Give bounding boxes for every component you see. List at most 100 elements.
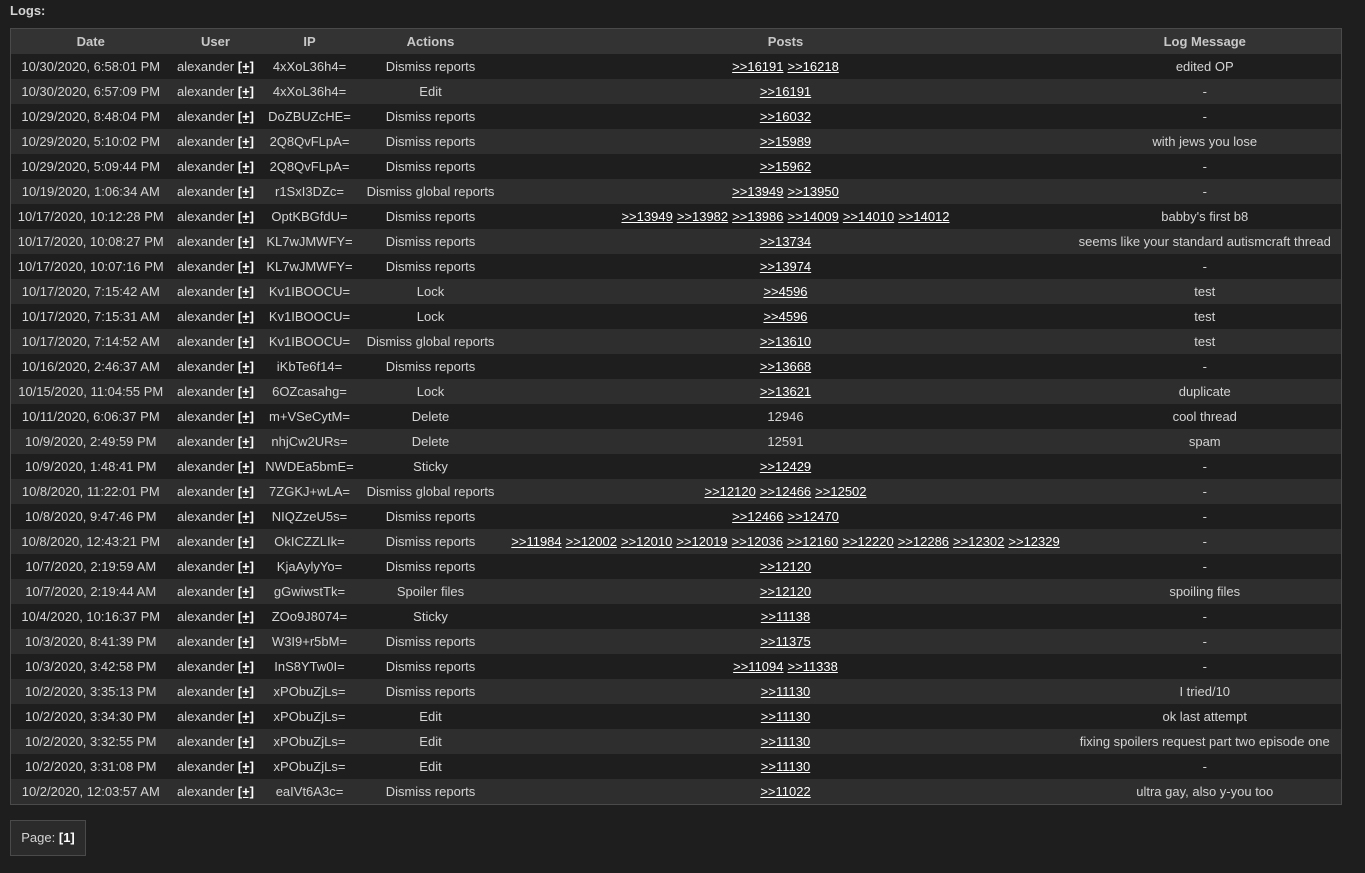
user-ban-link[interactable]: [+] [238,134,254,149]
pager-current-page[interactable]: [1] [59,830,75,845]
post-link[interactable]: >>4596 [763,309,807,324]
post-link[interactable]: >>13974 [760,259,811,274]
user-ban-link[interactable]: [+] [238,109,254,124]
post-link[interactable]: >>12466 [732,509,783,524]
post-link[interactable]: >>13949 [621,209,672,224]
user-ban-link[interactable]: [+] [238,609,254,624]
user-ban-link[interactable]: [+] [238,259,254,274]
user-ban-link[interactable]: [+] [238,234,254,249]
log-message: test [1068,304,1342,329]
post-link[interactable]: >>12470 [788,509,839,524]
user-ban-link[interactable]: [+] [238,659,254,674]
user-ban-link[interactable]: [+] [238,59,254,74]
post-link[interactable]: >>13949 [732,184,783,199]
post-link[interactable]: >>12120 [704,484,755,499]
post-link[interactable]: >>11984 [511,534,561,549]
post-link[interactable]: >>13950 [788,184,839,199]
user-ban-link[interactable]: [+] [238,84,254,99]
post-link[interactable]: >>11338 [788,659,838,674]
post-link[interactable]: >>12019 [676,534,727,549]
post-link[interactable]: >>12036 [732,534,783,549]
post-link[interactable]: >>11094 [733,659,783,674]
post-link[interactable]: >>11130 [761,709,810,724]
log-user-name: alexander [177,359,235,374]
post-link[interactable]: >>16191 [760,84,811,99]
user-ban-link[interactable]: [+] [238,359,254,374]
user-ban-link[interactable]: [+] [238,634,254,649]
post-link[interactable]: >>11022 [760,784,810,799]
user-ban-link[interactable]: [+] [238,159,254,174]
user-ban-link[interactable]: [+] [238,684,254,699]
post-link[interactable]: >>11138 [761,609,810,624]
log-message: - [1068,154,1342,179]
post-link[interactable]: >>15962 [760,159,811,174]
user-ban-link[interactable]: [+] [238,459,254,474]
user-ban-link[interactable]: [+] [238,434,254,449]
post-link[interactable]: >>13610 [760,334,811,349]
post-link[interactable]: >>12466 [760,484,811,499]
post-link[interactable]: >>11375 [760,634,810,649]
log-action: Sticky [358,454,503,479]
log-date: 10/29/2020, 5:09:44 PM [10,154,171,179]
post-link[interactable]: >>13982 [677,209,728,224]
post-link[interactable]: >>12002 [566,534,617,549]
user-ban-link[interactable]: [+] [238,384,254,399]
user-ban-link[interactable]: [+] [238,709,254,724]
log-user-name: alexander [177,309,235,324]
post-link[interactable]: >>13668 [760,359,811,374]
user-ban-link[interactable]: [+] [238,284,254,299]
log-message: seems like your standard autismcraft thr… [1068,229,1342,254]
user-ban-link[interactable]: [+] [238,334,254,349]
post-link[interactable]: >>16218 [788,59,839,74]
log-user: alexander [+] [170,204,261,229]
post-link[interactable]: >>12502 [815,484,866,499]
post-link[interactable]: >>12120 [760,584,811,599]
log-user: alexander [+] [170,529,261,554]
log-user-name: alexander [177,159,235,174]
log-user: alexander [+] [170,179,261,204]
post-link[interactable]: >>14009 [788,209,839,224]
user-ban-link[interactable]: [+] [238,184,254,199]
post-link[interactable]: >>12160 [787,534,838,549]
user-ban-link[interactable]: [+] [238,484,254,499]
log-message: - [1068,554,1342,579]
post-link[interactable]: >>12220 [842,534,893,549]
post-link[interactable]: >>14010 [843,209,894,224]
post-link[interactable]: >>13986 [732,209,783,224]
log-date: 10/7/2020, 2:19:44 AM [10,579,171,604]
column-header-ip: IP [260,28,359,54]
log-action: Edit [358,704,503,729]
post-link[interactable]: >>12329 [1008,534,1059,549]
post-link[interactable]: >>12120 [760,559,811,574]
user-ban-link[interactable]: [+] [238,734,254,749]
post-link[interactable]: >>11130 [761,734,810,749]
post-link[interactable]: >>12429 [760,459,811,474]
user-ban-link[interactable]: [+] [238,409,254,424]
table-row: 10/2/2020, 3:35:13 PM alexander [+] xPObuZ… [10,679,1342,704]
log-user-name: alexander [177,559,235,574]
post-link[interactable]: >>16191 [732,59,783,74]
post-link[interactable]: >>12286 [898,534,949,549]
post-link[interactable]: >>12010 [621,534,672,549]
post-link[interactable]: >>12302 [953,534,1004,549]
user-ban-link[interactable]: [+] [238,509,254,524]
log-message: - [1068,529,1342,554]
post-link[interactable]: >>13734 [760,234,811,249]
user-ban-link[interactable]: [+] [238,309,254,324]
user-ban-link[interactable]: [+] [238,759,254,774]
post-link[interactable]: >>15989 [760,134,811,149]
user-ban-link[interactable]: [+] [238,559,254,574]
log-message: I tried/10 [1068,679,1342,704]
post-link[interactable]: >>4596 [763,284,807,299]
user-ban-link[interactable]: [+] [238,784,254,799]
post-link[interactable]: >>13621 [760,384,811,399]
post-link[interactable]: >>11130 [761,684,810,699]
user-ban-link[interactable]: [+] [238,534,254,549]
column-header-log-message: Log Message [1068,28,1342,54]
post-link[interactable]: >>16032 [760,109,811,124]
log-action: Dismiss reports [358,654,503,679]
post-link[interactable]: >>14012 [898,209,949,224]
user-ban-link[interactable]: [+] [238,209,254,224]
post-link[interactable]: >>11130 [761,759,810,774]
user-ban-link[interactable]: [+] [238,584,254,599]
